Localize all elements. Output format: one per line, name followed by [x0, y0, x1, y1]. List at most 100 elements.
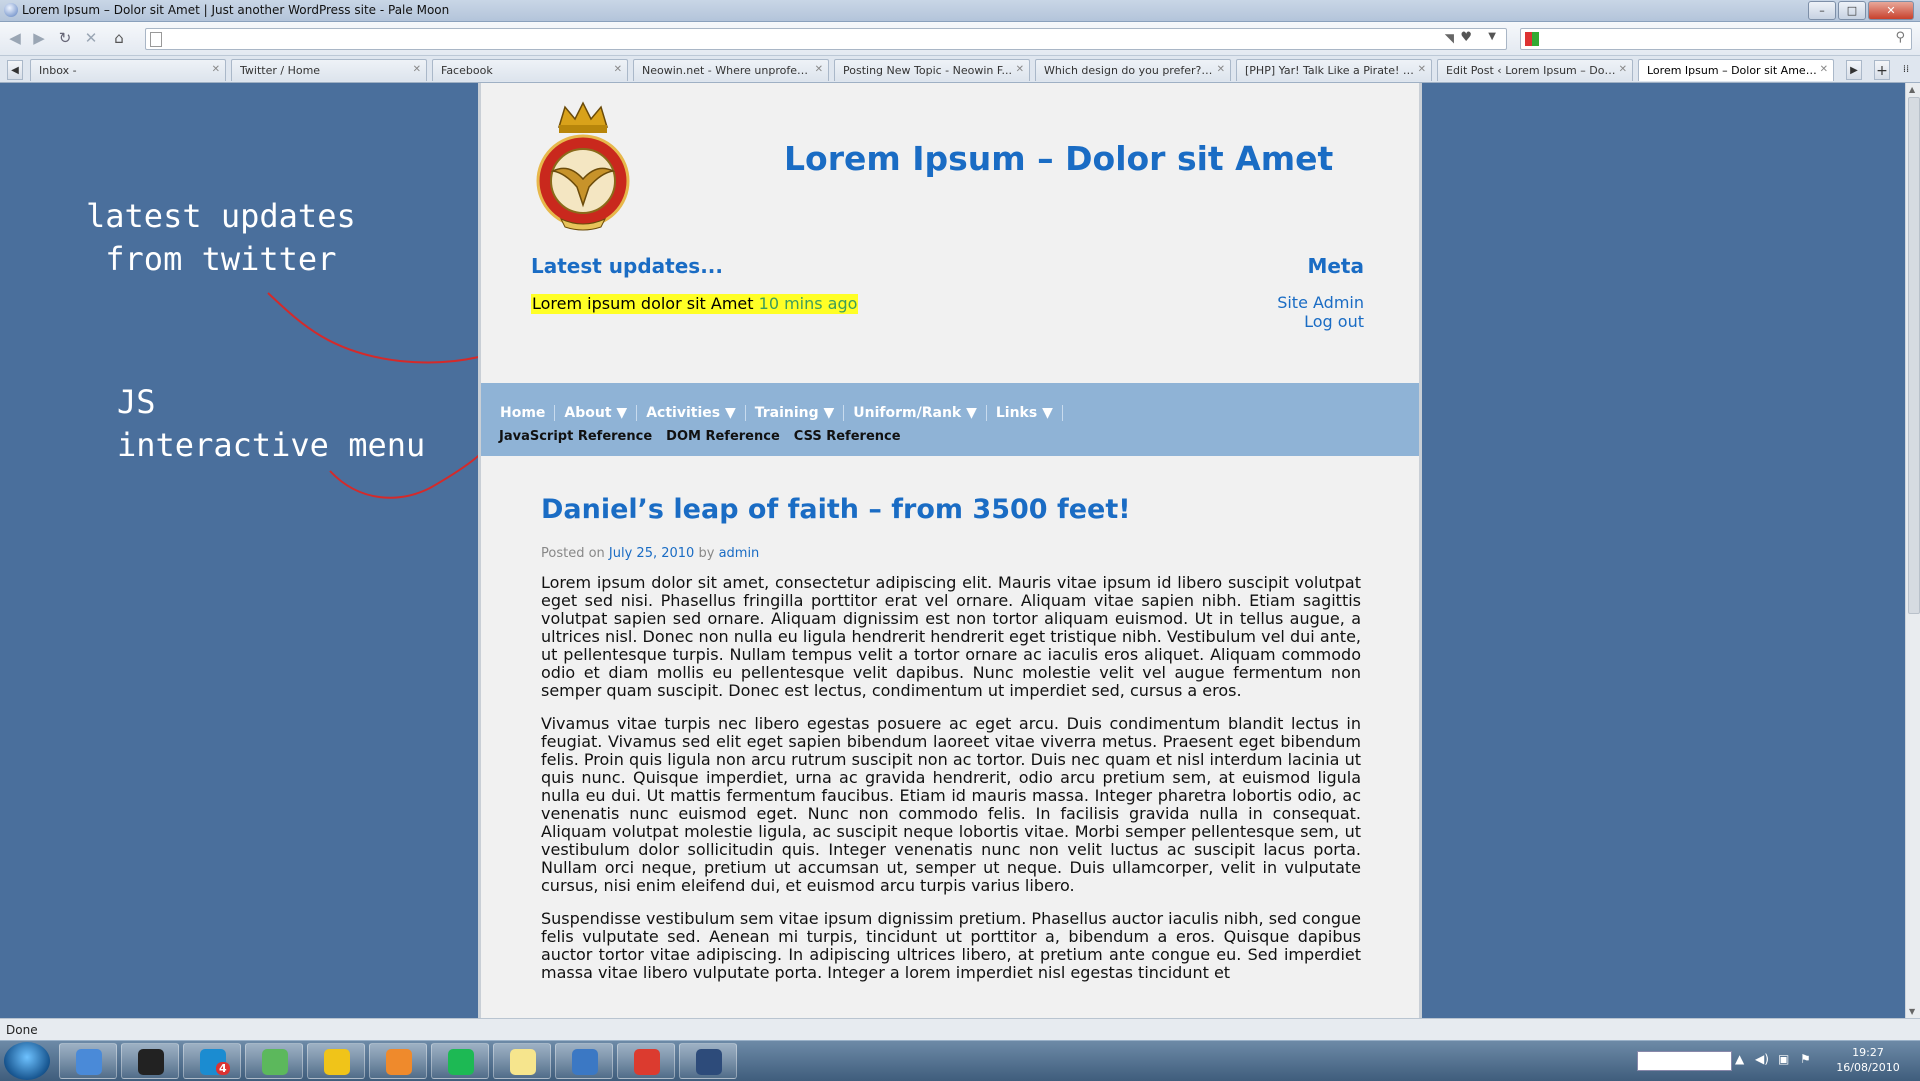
menu-item-links[interactable]: Links ▼: [987, 405, 1063, 421]
tab-scroll-right-button[interactable]: ▶: [1846, 60, 1862, 80]
search-engine-icon[interactable]: [1525, 32, 1539, 46]
spotify-taskbar-button[interactable]: [431, 1043, 489, 1079]
minimize-button[interactable]: –: [1808, 1, 1836, 20]
clock-time: 19:27: [1852, 1046, 1884, 1059]
notification-badge: 4: [216, 1062, 230, 1075]
sticky-notes-icon: [510, 1049, 536, 1075]
menu-item-about[interactable]: About ▼: [555, 405, 638, 421]
tab-5[interactable]: Which design do you prefer? L... ✕: [1035, 59, 1231, 81]
arrow-to-menu: [329, 437, 496, 499]
messenger-taskbar-button[interactable]: [245, 1043, 303, 1079]
meta-links: Site Admin Log out: [1277, 293, 1364, 331]
post-meta: Posted on July 25, 2010 by admin: [541, 546, 759, 561]
post-paragraph: Vivamus vitae turpis nec libero egestas …: [541, 714, 1361, 895]
post-author-link[interactable]: admin: [719, 546, 760, 561]
menu-item-training[interactable]: Training ▼: [746, 405, 845, 421]
tab-close-icon[interactable]: ✕: [413, 64, 421, 75]
steam-taskbar-button[interactable]: [121, 1043, 179, 1079]
network-icon[interactable]: ▣: [1778, 1052, 1789, 1066]
tab-7[interactable]: Edit Post ‹ Lorem Ipsum – Dolo... ✕: [1437, 59, 1633, 81]
submenu: JavaScript Reference DOM Reference CSS R…: [499, 429, 901, 444]
tab-close-icon[interactable]: ✕: [1016, 64, 1024, 75]
home-button[interactable]: ⌂: [110, 29, 128, 47]
tab-close-icon[interactable]: ✕: [1418, 64, 1426, 75]
steam-icon: [138, 1049, 164, 1075]
window-titlebar: Lorem Ipsum – Dolor sit Amet | Just anot…: [0, 0, 1920, 22]
tab-0[interactable]: Inbox - ✕: [30, 59, 226, 81]
show-hidden-icon[interactable]: ▲: [1735, 1052, 1744, 1066]
tab-3[interactable]: Neowin.net - Where unprofess... ✕: [633, 59, 829, 81]
address-bar[interactable]: ◥ ♥ ▼: [145, 28, 1507, 50]
site-page: Lorem Ipsum – Dolor sit Amet Latest upda…: [478, 83, 1422, 1018]
search-icon[interactable]: ⚲: [1895, 30, 1905, 45]
new-tab-button[interactable]: +: [1874, 60, 1890, 80]
tab-close-icon[interactable]: ✕: [1217, 64, 1225, 75]
back-button[interactable]: ◀: [6, 29, 24, 47]
pale-moon-taskbar-button[interactable]: [679, 1043, 737, 1079]
scroll-down-icon[interactable]: ▼: [1909, 1007, 1915, 1016]
menu-item-home[interactable]: Home: [496, 405, 556, 421]
tab-label: [PHP] Yar! Talk Like a Pirate! - ...: [1245, 64, 1415, 77]
media-player-icon: [386, 1049, 412, 1075]
tray-input-box[interactable]: [1637, 1051, 1732, 1071]
close-button[interactable]: ✕: [1868, 1, 1914, 20]
latest-updates-heading: Latest updates...: [531, 254, 723, 278]
submenu-item-dom-reference[interactable]: DOM Reference: [666, 429, 780, 444]
post-title[interactable]: Daniel’s leap of faith – from 3500 feet!: [541, 494, 1131, 525]
menu-item-uniform-rank[interactable]: Uniform/Rank ▼: [844, 405, 987, 421]
clock[interactable]: 19:27 16/08/2010: [1826, 1045, 1910, 1075]
ie-tester-taskbar-button[interactable]: [307, 1043, 365, 1079]
tab-close-icon[interactable]: ✕: [815, 64, 823, 75]
tweet-time[interactable]: 10 mins ago: [759, 294, 858, 313]
tab-8[interactable]: Lorem Ipsum – Dolor sit Amet |... ✕: [1638, 59, 1834, 81]
stop-button[interactable]: ✕: [82, 29, 100, 47]
scroll-up-icon[interactable]: ▲: [1909, 85, 1915, 94]
vertical-scrollbar[interactable]: ▲ ▼: [1905, 83, 1920, 1018]
firefox-taskbar-button[interactable]: [59, 1043, 117, 1079]
tab-close-icon[interactable]: ✕: [212, 64, 220, 75]
tab-close-icon[interactable]: ✕: [614, 64, 622, 75]
firefox-icon: [76, 1049, 102, 1075]
search-bar[interactable]: ⚲: [1520, 28, 1912, 50]
chrome-icon: [634, 1049, 660, 1075]
tweetdeck-taskbar-button[interactable]: 4: [183, 1043, 241, 1079]
latest-tweet: Lorem ipsum dolor sit Amet 10 mins ago: [531, 294, 859, 314]
post-date-link[interactable]: July 25, 2010: [609, 546, 694, 561]
tab-close-icon[interactable]: ✕: [1820, 64, 1828, 75]
meta-heading: Meta: [1307, 254, 1364, 278]
site-title[interactable]: Lorem Ipsum – Dolor sit Amet: [784, 139, 1333, 178]
log-out-link[interactable]: Log out: [1277, 312, 1364, 331]
forward-button[interactable]: ▶: [30, 29, 48, 47]
rss-icon[interactable]: ◥: [1445, 31, 1454, 45]
reload-button[interactable]: ↻: [56, 29, 74, 47]
tab-label: Lorem Ipsum – Dolor sit Amet |...: [1647, 64, 1817, 77]
action-center-icon[interactable]: ⚑: [1800, 1052, 1811, 1066]
page-icon: [150, 32, 162, 47]
tab-4[interactable]: Posting New Topic - Neowin F... ✕: [834, 59, 1030, 81]
posted-on-label: Posted on: [541, 546, 605, 561]
tab-1[interactable]: Twitter / Home ✕: [231, 59, 427, 81]
tab-label: Neowin.net - Where unprofess...: [642, 64, 812, 77]
all-tabs-icon[interactable]: ⁞⁞: [1898, 60, 1914, 80]
menu-item-activities[interactable]: Activities ▼: [637, 405, 746, 421]
start-button[interactable]: [4, 1042, 50, 1080]
scrollbar-thumb[interactable]: [1908, 97, 1920, 614]
maximize-button[interactable]: □: [1838, 1, 1866, 20]
main-menu: Home About ▼ Activities ▼ Training ▼ Uni…: [496, 405, 1063, 421]
url-dropdown-icon[interactable]: ▼: [1488, 31, 1496, 42]
sticky-notes-taskbar-button[interactable]: [493, 1043, 551, 1079]
tab-2[interactable]: Facebook ✕: [432, 59, 628, 81]
submenu-item-javascript-reference[interactable]: JavaScript Reference: [499, 429, 652, 444]
volume-icon[interactable]: ◀): [1755, 1052, 1769, 1066]
bookmark-heart-icon[interactable]: ♥: [1460, 30, 1472, 45]
site-admin-link[interactable]: Site Admin: [1277, 293, 1364, 312]
tab-label: Twitter / Home: [240, 64, 321, 77]
page-viewport: latest updates from twitter JS interacti…: [0, 83, 1905, 1018]
tab-6[interactable]: [PHP] Yar! Talk Like a Pirate! - ... ✕: [1236, 59, 1432, 81]
chrome-taskbar-button[interactable]: [617, 1043, 675, 1079]
submenu-item-css-reference[interactable]: CSS Reference: [794, 429, 901, 444]
tab-close-icon[interactable]: ✕: [1619, 64, 1627, 75]
paint-taskbar-button[interactable]: [555, 1043, 613, 1079]
media-player-taskbar-button[interactable]: [369, 1043, 427, 1079]
tab-scroll-left-button[interactable]: ◀: [7, 60, 23, 80]
